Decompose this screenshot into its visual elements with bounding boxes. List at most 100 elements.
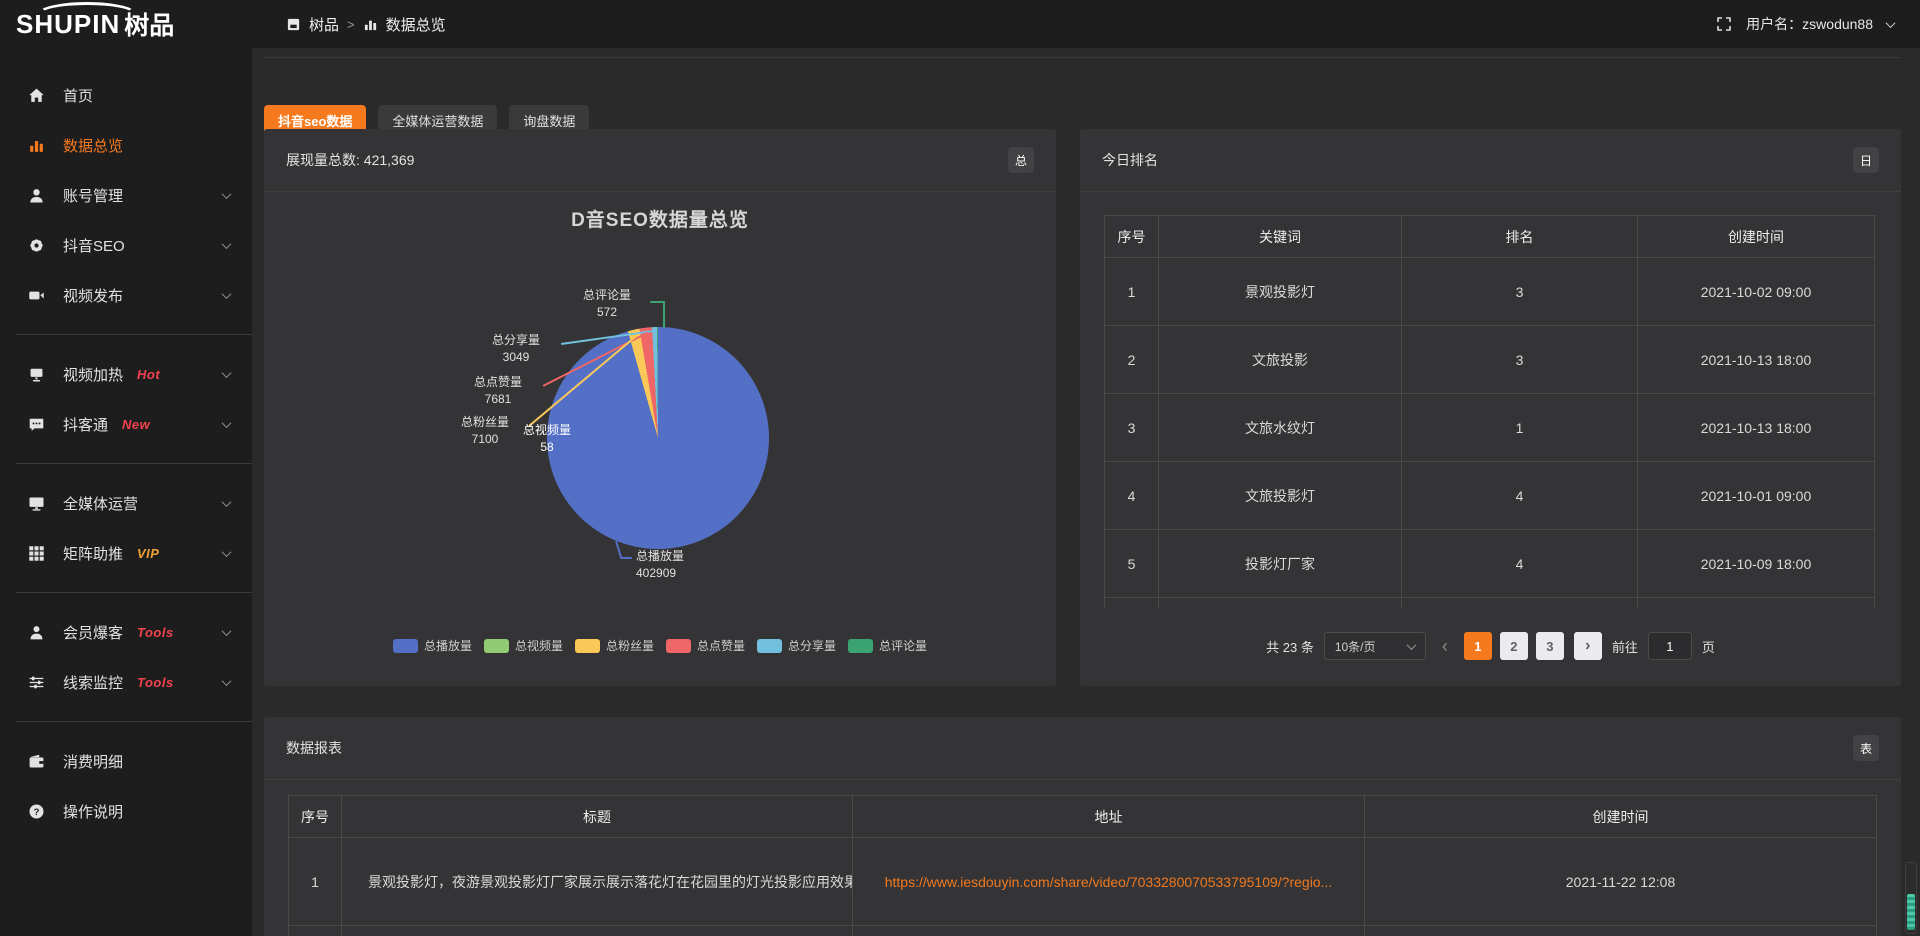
video-title-cell: 景观投影灯，夜游景观投影灯厂家展示展示落花灯在花园里的灯光投影应用效果 # — [342, 838, 853, 926]
pie-label-value: 402909 — [636, 565, 726, 582]
page-scrollbar[interactable] — [1905, 862, 1917, 934]
table-cell: 景观投影灯 — [1159, 258, 1402, 326]
svg-text:?: ? — [34, 806, 40, 817]
report-table: 序号标题地址创建时间 1景观投影灯，夜游景观投影灯厂家展示展示落花灯在花园里的灯… — [288, 795, 1877, 936]
scrollbar-thumb[interactable] — [1907, 894, 1915, 930]
legend-label: 总点赞量 — [697, 637, 745, 654]
next-page-button[interactable]: › — [1574, 632, 1602, 660]
table-toggle-button[interactable]: 表 — [1853, 735, 1879, 761]
table-row: 3文旅水纹灯12021-10-13 18:00 — [1105, 394, 1875, 462]
pagination: 共 23 条 10条/页 ‹ 123 › 前往 1 页 — [1080, 632, 1901, 660]
sidebar-item-expense-detail[interactable]: 消费明细 — [0, 736, 252, 786]
legend-item-3[interactable]: 总点赞量 — [666, 637, 745, 654]
table-cell: 4 — [1402, 530, 1638, 598]
sidebar-item-home[interactable]: 首页 — [0, 70, 252, 120]
pie-label-name: 总点赞量 — [456, 374, 540, 391]
logo-arc — [36, 2, 138, 28]
sidebar-item-label: 视频加热 — [63, 364, 123, 385]
pagination-total: 共 23 条 — [1266, 637, 1314, 656]
member-icon — [28, 624, 48, 641]
sidebar-item-douyin-seo[interactable]: 抖音SEO — [0, 220, 252, 270]
breadcrumb-root[interactable]: 树品 — [309, 14, 339, 35]
sliders-icon — [28, 674, 48, 691]
table-row: 1景观投影灯32021-10-02 09:00 — [1105, 258, 1875, 326]
sidebar-item-label: 抖音SEO — [63, 235, 125, 256]
column-header: 排名 — [1402, 216, 1638, 258]
label-line — [620, 557, 632, 559]
breadcrumb-current: 数据总览 — [386, 14, 446, 35]
legend-swatch — [393, 639, 418, 653]
legend-item-0[interactable]: 总播放量 — [393, 637, 472, 654]
sidebar-item-media-operation[interactable]: 全媒体运营 — [0, 478, 252, 528]
sidebar: 首页数据总览账号管理抖音SEO 视频发布视频加热Hot抖客通New 全媒体运营矩阵助… — [0, 48, 252, 936]
sidebar-item-instructions[interactable]: ?操作说明 — [0, 786, 252, 836]
legend-swatch — [484, 639, 509, 653]
table-cell: 2021-10-13 18:00 — [1638, 394, 1875, 462]
table-cell: 2021-10-13 18:00 — [1638, 326, 1875, 394]
pie-label-comments: 总评论量 572 — [565, 287, 649, 321]
main-content: 抖音seo数据全媒体运营数据询盘数据 展现量总数: 421,369 总 D音SE… — [252, 48, 1920, 936]
video-link[interactable]: https://www.iesdouyin.com/share/video/70… — [885, 874, 1333, 890]
pie-label-name: 总评论量 — [565, 287, 649, 304]
sidebar-item-label: 会员爆客 — [63, 622, 123, 643]
legend-label: 总视频量 — [515, 637, 563, 654]
sidebar-item-clue-monitor[interactable]: 线索监控Tools — [0, 657, 252, 707]
day-toggle-button[interactable]: 日 — [1853, 147, 1879, 173]
username-dropdown[interactable]: 用户名：zswodun88 — [1746, 14, 1873, 34]
chevron-down-icon — [222, 189, 232, 199]
table-cell: 3 — [1402, 326, 1638, 394]
label-line — [663, 301, 665, 328]
sidebar-item-account-manage[interactable]: 账号管理 — [0, 170, 252, 220]
table-cell — [1159, 598, 1402, 609]
table-cell — [1638, 598, 1875, 609]
sidebar-item-matrix-boost[interactable]: 矩阵助推VIP — [0, 528, 252, 578]
pie-label-value: 572 — [565, 304, 649, 321]
bar-chart-icon — [28, 137, 48, 154]
table-cell: 2021-10-09 18:00 — [1638, 530, 1875, 598]
table-cell: 2021-10-01 09:00 — [1638, 462, 1875, 530]
page-button-2[interactable]: 2 — [1500, 632, 1528, 660]
table-cell — [1402, 598, 1638, 609]
sidebar-item-member-baoke[interactable]: 会员爆客 Tools — [0, 607, 252, 657]
legend-item-2[interactable]: 总粉丝量 — [575, 637, 654, 654]
ranking-title: 今日排名 — [1102, 150, 1158, 170]
app-icon — [286, 17, 301, 32]
page-size-value: 10条/页 — [1335, 638, 1376, 655]
question-icon: ? — [28, 803, 48, 820]
table-row-clipped — [1105, 598, 1875, 609]
divider — [264, 57, 1901, 58]
page-button-1[interactable]: 1 — [1464, 632, 1492, 660]
table-cell: 4 — [1402, 462, 1638, 530]
chevron-down-icon — [1406, 640, 1416, 650]
sidebar-divider — [16, 721, 252, 722]
legend-item-1[interactable]: 总视频量 — [484, 637, 563, 654]
fullscreen-icon[interactable] — [1716, 16, 1732, 32]
chevron-down-icon — [222, 547, 232, 557]
table-cell — [342, 926, 853, 936]
prev-page-button[interactable]: ‹ — [1436, 632, 1454, 660]
legend-item-5[interactable]: 总评论量 — [848, 637, 927, 654]
chevron-down-icon — [222, 497, 232, 507]
chat-icon — [28, 416, 48, 433]
sidebar-item-data-overview[interactable]: 数据总览 — [0, 120, 252, 170]
goto-label: 前往 — [1612, 637, 1638, 656]
sidebar-item-douketong[interactable]: 抖客通New — [0, 399, 252, 449]
sidebar-item-badge: VIP — [137, 546, 159, 561]
chevron-down-icon — [222, 626, 232, 636]
sidebar-item-video-heat[interactable]: 视频加热Hot — [0, 349, 252, 399]
sidebar-item-video-publish[interactable]: 视频发布 — [0, 270, 252, 320]
table-cell: 3 — [1402, 258, 1638, 326]
table-cell: 文旅投影 — [1159, 326, 1402, 394]
goto-page-input[interactable]: 1 — [1648, 632, 1692, 660]
page-size-select[interactable]: 10条/页 — [1324, 632, 1426, 660]
legend-label: 总播放量 — [424, 637, 472, 654]
sidebar-item-badge: Tools — [137, 625, 174, 640]
legend-item-4[interactable]: 总分享量 — [757, 637, 836, 654]
table-cell — [853, 926, 1365, 936]
column-header: 创建时间 — [1365, 796, 1877, 838]
sidebar-divider — [16, 592, 252, 593]
total-toggle-button[interactable]: 总 — [1008, 147, 1034, 173]
page-button-3[interactable]: 3 — [1536, 632, 1564, 660]
breadcrumb-separator: > — [347, 17, 355, 32]
impressions-total: 展现量总数: 421,369 — [286, 150, 414, 170]
